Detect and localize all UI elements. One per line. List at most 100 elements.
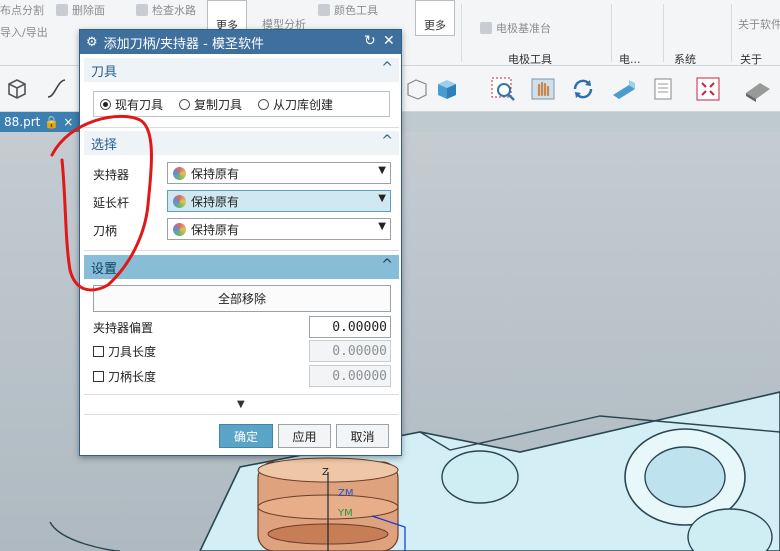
file-tab[interactable]: 88.prt 🔒 × (0, 112, 85, 132)
dialog-title-bar[interactable]: ⚙ 添加刀柄/夹持器 - 模圣软件 ↻ ✕ (80, 30, 401, 54)
svg-text:Z: Z (322, 467, 329, 478)
close-tab-icon[interactable]: × (63, 115, 73, 129)
remove-all-button[interactable]: 全部移除 (93, 285, 391, 312)
curve-button[interactable] (40, 72, 74, 106)
ribbon-more-button-2[interactable]: 更多 (415, 0, 455, 36)
divider (84, 127, 399, 128)
ribbon-item-check-waterway[interactable]: 检查水路 (136, 2, 196, 18)
radio-dot-icon (100, 98, 111, 110)
radio-dot-icon (179, 98, 191, 110)
add-holder-dialog: ⚙ 添加刀柄/夹持器 - 模圣软件 ↻ ✕ 刀具 ^ 现有刀具 复制刀具 从刀库… (79, 29, 402, 456)
zoom-window-button[interactable] (486, 72, 520, 106)
perspective-button[interactable] (606, 72, 640, 106)
holder-offset-input[interactable]: 0.00000 (309, 316, 391, 338)
curve-icon (47, 79, 66, 98)
fit-view-icon (696, 77, 720, 101)
shaded-view-button[interactable] (400, 72, 434, 106)
waterway-icon (136, 4, 148, 16)
ribbon-item-about-software[interactable]: 关于软件 (738, 16, 780, 32)
cube-icon (8, 79, 26, 99)
fit-view-button[interactable] (691, 72, 725, 106)
holder-label: 夹持器 (93, 168, 130, 182)
ribbon-item-import-export[interactable]: 导入/导出 (0, 24, 48, 40)
dropdown-arrow-icon: ▼ (378, 221, 386, 232)
section-settings-header[interactable]: 设置 ^ (84, 255, 399, 279)
collapse-chevron-icon[interactable]: ^ (381, 60, 393, 76)
hand-icon (531, 78, 555, 100)
ribbon-item-electrode-base[interactable]: 电极基准台 (480, 20, 551, 36)
dropdown-arrow-icon: ▼ (378, 193, 386, 204)
ribbon-separator (731, 4, 732, 62)
dropdown-arrow-icon: ▼ (378, 165, 386, 176)
section-tool-header[interactable]: 刀具 ^ (84, 58, 399, 82)
close-icon[interactable]: ✕ (383, 33, 395, 49)
ribbon-item-color-tools[interactable]: 颜色工具 (318, 2, 378, 18)
shaded-cube-icon (438, 80, 456, 99)
render-style-button[interactable] (740, 72, 774, 106)
ribbon-separator (611, 4, 612, 62)
wireframe-cube-icon (407, 79, 427, 100)
ribbon-group-electrode: 电极工具 (508, 53, 552, 66)
divider (84, 250, 399, 251)
divider (84, 414, 399, 415)
tool-length-input[interactable]: 0.00000 (309, 340, 391, 362)
render-style-icon (746, 83, 770, 102)
holder-offset-label: 夹持器偏置 (93, 320, 154, 335)
radio-from-library[interactable]: 从刀库创建 (258, 96, 333, 113)
zm-axis-label: ZM (338, 488, 353, 499)
layers-button[interactable] (646, 72, 680, 106)
pan-button[interactable] (526, 72, 560, 106)
shank-select[interactable]: 保持原有 ▼ (167, 218, 391, 240)
color-tools-icon (318, 4, 330, 16)
collapse-chevron-icon[interactable]: ^ (381, 257, 393, 273)
layers-icon (654, 78, 672, 100)
tool-length-label: 刀具长度 (108, 344, 157, 359)
apply-button[interactable]: 应用 (278, 424, 331, 448)
tool-source-radio-group: 现有刀具 复制刀具 从刀库创建 (93, 91, 390, 117)
dialog-title: 添加刀柄/夹持器 - 模圣软件 (103, 36, 264, 52)
shank-length-checkbox[interactable] (93, 370, 104, 382)
electrode-base-icon (480, 22, 492, 34)
tool-palette-icon (173, 194, 186, 208)
delete-face-icon (56, 4, 68, 16)
ribbon-group-about: 关于 (740, 53, 762, 66)
gear-icon: ⚙ (86, 34, 98, 50)
tool-palette-icon (173, 222, 186, 236)
collapse-chevron-icon[interactable]: ^ (381, 133, 393, 149)
extension-label: 延长杆 (93, 196, 130, 210)
tool-length-checkbox[interactable] (93, 345, 104, 357)
lock-icon: 🔒 (44, 115, 60, 129)
ribbon-item-delete-face[interactable]: 删除面 (56, 2, 105, 18)
ribbon-group-e: 电... (619, 53, 641, 66)
cancel-button[interactable]: 取消 (336, 424, 389, 448)
ribbon-separator (663, 4, 664, 62)
radio-existing-tool[interactable]: 现有刀具 (100, 96, 163, 113)
expand-more-icon[interactable]: ▼ (237, 399, 245, 410)
perspective-icon (613, 80, 635, 99)
ribbon-item-split[interactable]: 布点分割 (0, 2, 44, 18)
section-select-header[interactable]: 选择 ^ (84, 131, 399, 155)
ribbon-group-system: 系统 (674, 53, 696, 66)
tab-label: 88.prt (4, 115, 41, 129)
zoom-window-icon (491, 77, 515, 101)
rotate-icon (573, 79, 593, 99)
ribbon-separator (461, 4, 462, 62)
radio-dot-icon (258, 98, 270, 110)
holder-offset-row: 夹持器偏置 0.00000 (93, 316, 391, 338)
extension-select[interactable]: 保持原有 ▼ (167, 190, 391, 212)
holder-select[interactable]: 保持原有 ▼ (167, 162, 391, 184)
radio-copy-tool[interactable]: 复制刀具 (179, 96, 242, 113)
rotate-button[interactable] (566, 72, 600, 106)
shank-length-label: 刀柄长度 (108, 369, 157, 384)
cube-view-button[interactable] (0, 72, 34, 106)
shank-length-row: 刀柄长度 0.00000 (93, 365, 391, 387)
tool-length-row: 刀具长度 0.00000 (93, 340, 391, 362)
divider (84, 394, 399, 395)
ym-axis-label: YM (337, 508, 353, 519)
shank-label: 刀柄 (93, 224, 118, 238)
shank-length-input[interactable]: 0.00000 (309, 365, 391, 387)
shaded-cube-button[interactable] (430, 72, 464, 106)
reset-icon[interactable]: ↻ (364, 33, 376, 49)
ok-button[interactable]: 确定 (219, 424, 273, 448)
tool-palette-icon (173, 166, 186, 180)
